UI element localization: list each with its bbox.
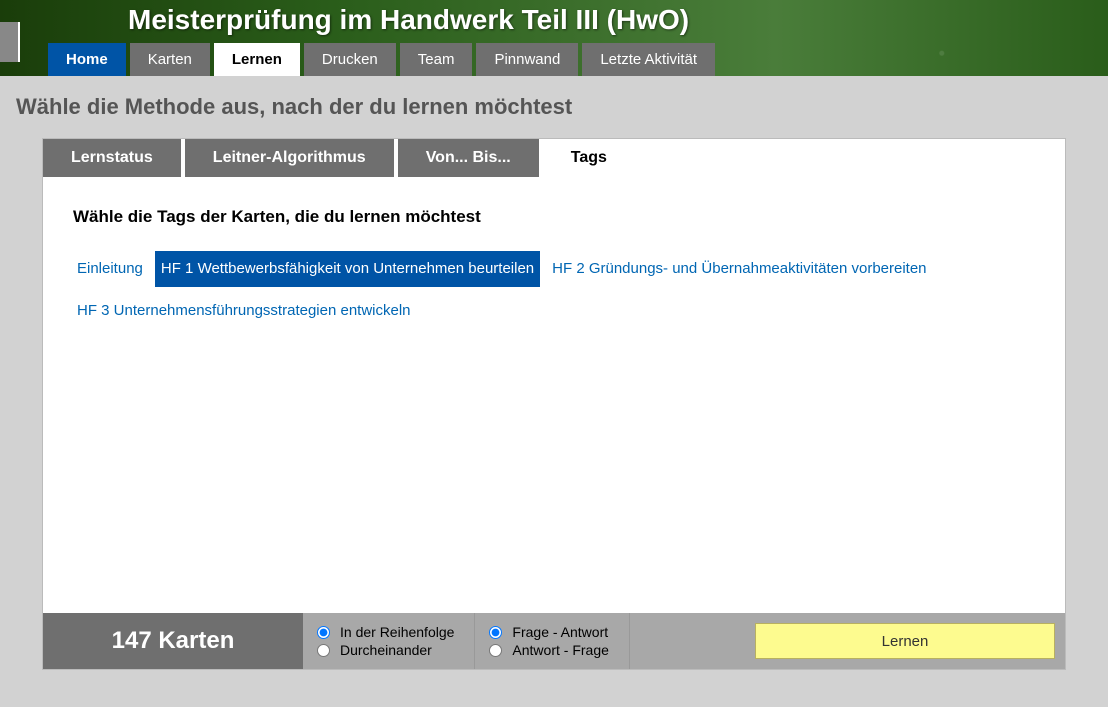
- radio-label[interactable]: In der Reihenfolge: [340, 624, 454, 640]
- radio-order-1[interactable]: [317, 644, 330, 657]
- tab-content: Wähle die Tags der Karten, die du lernen…: [43, 177, 1065, 613]
- tab-tags[interactable]: Tags: [543, 139, 635, 177]
- page-title: Meisterprüfung im Handwerk Teil III (HwO…: [0, 0, 1108, 36]
- tag-item[interactable]: Einleitung: [73, 251, 147, 287]
- tab-lernstatus[interactable]: Lernstatus: [43, 139, 181, 177]
- tag-item[interactable]: HF 2 Gründungs- und Übernahmeaktivitäten…: [548, 251, 930, 287]
- nav-item-drucken[interactable]: Drucken: [304, 43, 396, 76]
- nav-item-pinnwand[interactable]: Pinnwand: [476, 43, 578, 76]
- radio-dir-1[interactable]: [489, 644, 502, 657]
- option-row: Antwort - Frage: [489, 642, 608, 658]
- radio-label[interactable]: Durcheinander: [340, 642, 432, 658]
- nav-item-team[interactable]: Team: [400, 43, 473, 76]
- option-row: Durcheinander: [317, 642, 454, 658]
- radio-label[interactable]: Frage - Antwort: [512, 624, 608, 640]
- instruction-text: Wähle die Tags der Karten, die du lernen…: [73, 207, 1035, 227]
- learn-button-wrap: Lernen: [755, 613, 1065, 669]
- logo-icon: [0, 22, 20, 62]
- header: Meisterprüfung im Handwerk Teil III (HwO…: [0, 0, 1108, 76]
- card-count: 147 Karten: [43, 613, 303, 669]
- radio-order-0[interactable]: [317, 626, 330, 639]
- nav-item-letzte-aktivität[interactable]: Letzte Aktivität: [582, 43, 715, 76]
- order-options: In der Reihenfolge Durcheinander: [303, 613, 475, 669]
- tab-von-bis-[interactable]: Von... Bis...: [398, 139, 539, 177]
- footer-bar: 147 Karten In der Reihenfolge Durcheinand…: [43, 613, 1065, 669]
- tag-item[interactable]: HF 3 Unternehmensführungsstrategien entw…: [73, 293, 415, 329]
- radio-label[interactable]: Antwort - Frage: [512, 642, 608, 658]
- option-row: Frage - Antwort: [489, 624, 608, 640]
- nav-item-home[interactable]: Home: [48, 43, 126, 76]
- tag-item[interactable]: HF 1 Wettbewerbsfähigkeit von Unternehme…: [155, 251, 540, 287]
- tag-list: EinleitungHF 1 Wettbewerbsfähigkeit von …: [73, 251, 1035, 328]
- main-panel: LernstatusLeitner-AlgorithmusVon... Bis.…: [42, 138, 1066, 670]
- tab-leitner-algorithmus[interactable]: Leitner-Algorithmus: [185, 139, 394, 177]
- radio-dir-0[interactable]: [489, 626, 502, 639]
- learn-button[interactable]: Lernen: [755, 623, 1055, 659]
- spacer: [630, 613, 755, 669]
- navbar: HomeKartenLernenDruckenTeamPinnwandLetzt…: [48, 43, 715, 76]
- direction-options: Frage - Antwort Antwort - Frage: [475, 613, 629, 669]
- nav-item-lernen[interactable]: Lernen: [214, 43, 300, 76]
- option-row: In der Reihenfolge: [317, 624, 454, 640]
- subheader: Wähle die Methode aus, nach der du lerne…: [0, 76, 1108, 138]
- tab-bar: LernstatusLeitner-AlgorithmusVon... Bis.…: [43, 139, 1065, 177]
- nav-item-karten[interactable]: Karten: [130, 43, 210, 76]
